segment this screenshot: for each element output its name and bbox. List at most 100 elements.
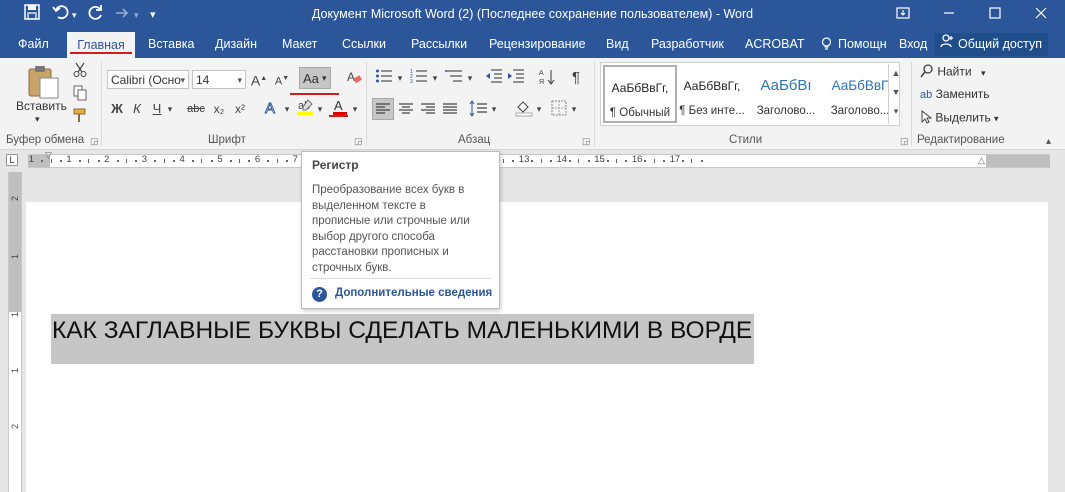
- group-divider: [594, 62, 595, 146]
- style-heading-2[interactable]: АаБбВвГ Заголово...: [823, 65, 897, 123]
- paste-dropdown-icon[interactable]: ▾: [35, 114, 40, 125]
- justify-icon[interactable]: [440, 99, 460, 119]
- tab-design[interactable]: Дизайн: [215, 37, 257, 51]
- ruler-tick: [578, 159, 580, 163]
- line-spacing-icon[interactable]: [469, 99, 489, 119]
- tab-insert[interactable]: Вставка: [148, 37, 194, 51]
- tab-references[interactable]: Ссылки: [342, 37, 386, 51]
- close-icon[interactable]: [1018, 2, 1064, 28]
- line-spacing-dropdown-icon[interactable]: ▾: [489, 99, 499, 119]
- shading-dropdown-icon[interactable]: ▾: [534, 99, 544, 119]
- tab-home[interactable]: Главная: [67, 32, 135, 58]
- grow-font-button[interactable]: A▲: [250, 69, 268, 89]
- style-no-spacing[interactable]: АаБбВвГг, ¶ Без инте...: [675, 65, 749, 123]
- bold-button[interactable]: Ж: [109, 99, 125, 119]
- numbering-dropdown-icon[interactable]: ▾: [430, 68, 440, 88]
- font-color-dropdown-icon[interactable]: ▾: [350, 99, 360, 119]
- styles-scroll[interactable]: ▲ ▼ ▾: [888, 64, 903, 124]
- bullets-dropdown-icon[interactable]: ▾: [395, 68, 405, 88]
- more-styles-icon[interactable]: ▾: [889, 102, 903, 121]
- font-name-value: Calibri (Осно: [111, 73, 181, 87]
- tab-developer[interactable]: Разработчик: [651, 37, 724, 51]
- align-left-button[interactable]: [372, 98, 394, 120]
- cut-icon[interactable]: [70, 62, 90, 82]
- paragraph-dialog-launcher-icon[interactable]: ◲: [582, 136, 591, 147]
- maximize-icon[interactable]: [972, 2, 1018, 28]
- tab-mailings[interactable]: Рассылки: [411, 37, 467, 51]
- help-icon[interactable]: ?: [312, 287, 327, 302]
- highlight-dropdown-icon[interactable]: ▾: [315, 99, 325, 119]
- highlight-icon[interactable]: ab: [295, 98, 315, 118]
- clear-formatting-icon[interactable]: A: [344, 69, 364, 89]
- superscript-button[interactable]: x²: [232, 99, 248, 119]
- sort-icon[interactable]: AЯ: [537, 68, 557, 88]
- multilevel-list-icon[interactable]: [443, 68, 465, 88]
- home-tab-annotation-underline: [70, 52, 132, 54]
- tell-me-box[interactable]: Помощн: [838, 37, 887, 51]
- horizontal-ruler[interactable]: L ▽ △ 11234567891011121314151617: [0, 150, 1065, 170]
- shading-icon[interactable]: [514, 99, 534, 119]
- tab-layout[interactable]: Макет: [282, 37, 317, 51]
- font-dialog-launcher-icon[interactable]: ◲: [354, 136, 363, 147]
- font-name-combo[interactable]: Calibri (Осно ▾: [107, 70, 189, 89]
- svg-text:A: A: [539, 70, 544, 77]
- scroll-up-icon[interactable]: ▲: [889, 64, 903, 83]
- scroll-down-icon[interactable]: ▼: [889, 83, 903, 102]
- right-indent-icon[interactable]: △: [978, 155, 985, 166]
- collapse-ribbon-icon[interactable]: ▴: [1046, 136, 1051, 147]
- share-button[interactable]: Общий доступ: [934, 33, 1048, 56]
- underline-dropdown-icon[interactable]: ▾: [165, 99, 175, 119]
- style-heading-1[interactable]: АаБбВı Заголово...: [749, 65, 823, 123]
- replace-button[interactable]: ab Заменить: [920, 87, 990, 101]
- ribbon-display-options-icon[interactable]: [880, 2, 926, 28]
- subscript-button[interactable]: x₂: [211, 99, 227, 119]
- change-case-button[interactable]: Aa ▾: [299, 67, 331, 89]
- copy-icon[interactable]: [70, 85, 90, 105]
- tab-acrobat[interactable]: ACROBAT: [745, 37, 805, 51]
- vertical-ruler-number: 2: [10, 424, 20, 430]
- decrease-indent-icon[interactable]: [484, 68, 504, 88]
- vertical-ruler[interactable]: 2 1 1 1 2: [8, 172, 22, 492]
- underline-button[interactable]: Ч: [149, 99, 165, 119]
- clipboard-dialog-launcher-icon[interactable]: ◲: [90, 136, 99, 147]
- minimize-icon[interactable]: [926, 2, 972, 28]
- numbering-icon[interactable]: 123: [408, 68, 430, 88]
- document-page[interactable]: КАК ЗАГЛАВНЫЕ БУКВЫ СДЕЛАТЬ МАЛЕНЬКИМИ В…: [26, 202, 1048, 492]
- find-button[interactable]: Найти ▾: [920, 64, 985, 81]
- show-formatting-marks-button[interactable]: ¶: [567, 68, 585, 88]
- vertical-ruler-number: 1: [10, 254, 20, 260]
- lightbulb-icon[interactable]: [821, 37, 832, 54]
- shrink-font-button[interactable]: A▼: [273, 69, 291, 89]
- format-painter-icon[interactable]: [70, 108, 90, 128]
- tooltip-help-link[interactable]: Дополнительные сведения: [335, 287, 492, 299]
- ruler-tick: [550, 160, 553, 162]
- editing-group-label: Редактирование: [917, 134, 1005, 146]
- borders-dropdown-icon[interactable]: ▾: [569, 99, 579, 119]
- align-right-icon[interactable]: [418, 99, 438, 119]
- multilevel-dropdown-icon[interactable]: ▾: [465, 68, 475, 88]
- select-button[interactable]: Выделить ▾: [920, 109, 999, 127]
- borders-icon[interactable]: [549, 99, 569, 119]
- tab-review[interactable]: Рецензирование: [489, 37, 586, 51]
- tab-view[interactable]: Вид: [606, 37, 629, 51]
- tab-selector-icon[interactable]: L: [6, 154, 18, 166]
- increase-indent-icon[interactable]: [506, 68, 526, 88]
- strikethrough-button[interactable]: abc: [185, 99, 207, 119]
- document-heading-text[interactable]: КАК ЗАГЛАВНЫЕ БУКВЫ СДЕЛАТЬ МАЛЕНЬКИМИ В…: [52, 317, 752, 345]
- align-center-icon[interactable]: [396, 99, 416, 119]
- bullets-icon[interactable]: [373, 68, 395, 88]
- style-name: Заголово...: [830, 105, 890, 117]
- font-size-combo[interactable]: 14 ▾: [192, 70, 246, 89]
- text-effects-dropdown-icon[interactable]: ▾: [282, 99, 292, 119]
- ruler-tick: [201, 159, 203, 163]
- styles-dialog-launcher-icon[interactable]: ◲: [900, 136, 909, 147]
- paste-button[interactable]: Вставить: [16, 99, 67, 113]
- style-name: ¶ Без инте...: [679, 105, 745, 117]
- tab-file[interactable]: Файл: [18, 37, 49, 51]
- text-effects-icon[interactable]: A: [262, 99, 280, 119]
- sign-in-link[interactable]: Вход: [899, 37, 927, 51]
- style-normal[interactable]: АаБбВвГг, ¶ Обычный: [603, 65, 677, 123]
- italic-button[interactable]: К: [129, 99, 145, 119]
- chevron-down-icon: ▾: [322, 73, 327, 83]
- paste-icon[interactable]: [26, 64, 60, 100]
